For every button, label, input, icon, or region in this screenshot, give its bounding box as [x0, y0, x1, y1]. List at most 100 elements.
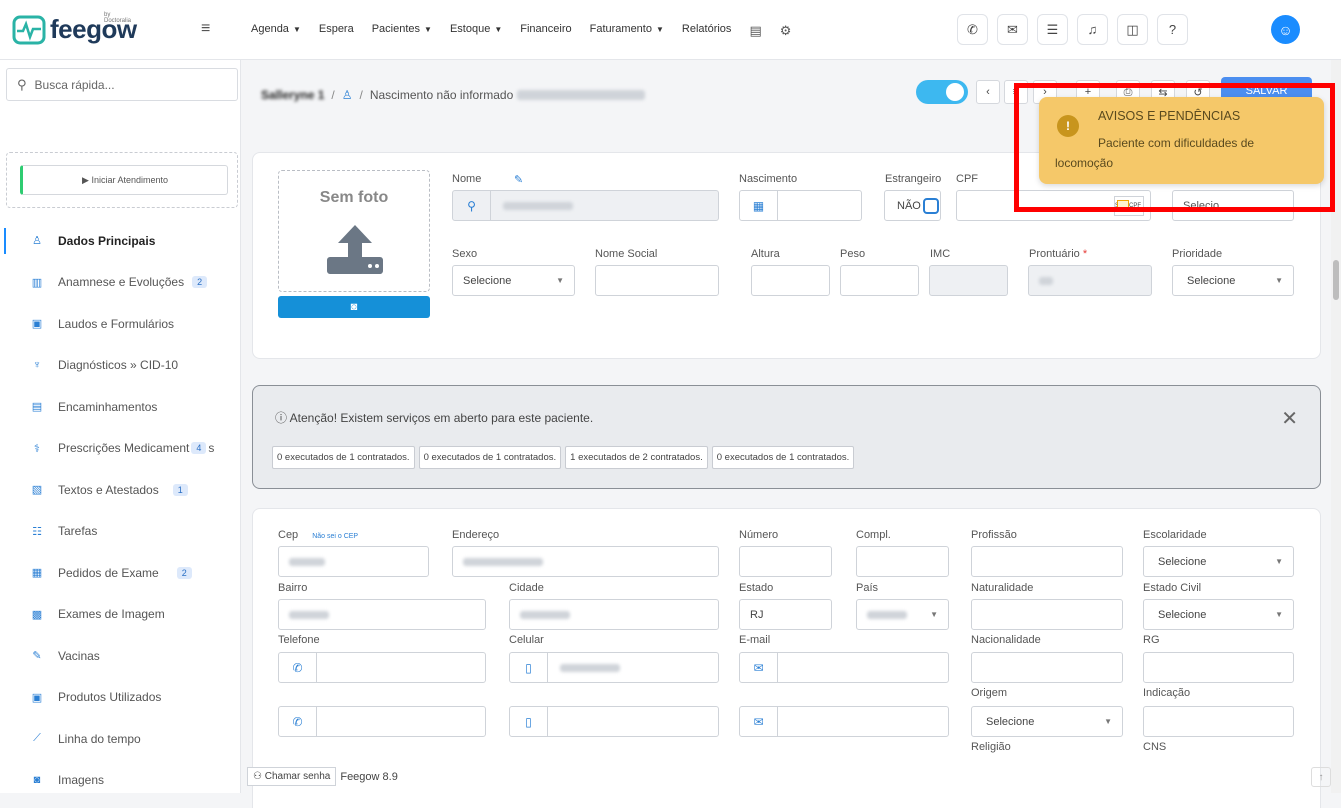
top-bar: feegow by Doctoralia ≡ Agenda ▼ Espera Pa… — [0, 0, 1341, 60]
phone-icon[interactable]: ✆ — [957, 14, 988, 45]
celular-input[interactable]: ▯ — [509, 652, 719, 683]
sidebar-item-laudos[interactable]: ▣ Laudos e Formulários — [0, 303, 241, 345]
sexo-select[interactable]: Selecione ▼ — [452, 265, 575, 296]
rg-input[interactable] — [1143, 652, 1294, 683]
prioridade-select[interactable]: Selecione ▼ — [1172, 265, 1294, 296]
bell-icon[interactable]: ♫ — [1077, 14, 1108, 45]
endereco-label: Endereço — [452, 529, 500, 541]
profissao-label: Profissão — [971, 529, 1017, 541]
database-icon[interactable]: ▤ — [749, 23, 761, 39]
cep-input[interactable] — [278, 546, 429, 577]
nacionalidade-input[interactable] — [971, 652, 1123, 683]
sidebar-item-exames-imagem[interactable]: ▩ Exames de Imagem — [0, 594, 241, 636]
sidebar-item-produtos[interactable]: ▣ Produtos Utilizados — [0, 677, 241, 719]
nome-input[interactable]: ⚲ — [452, 190, 719, 221]
user-icon: ♙ — [32, 235, 42, 248]
image-exam-icon: ▩ — [31, 608, 43, 621]
help-icon[interactable]: ? — [1157, 14, 1188, 45]
sidebar-item-encaminhamentos[interactable]: ▤ Encaminhamentos — [0, 386, 241, 428]
sidebar-item-anamnese[interactable]: ▥ Anamnese e Evoluções 2 — [0, 262, 241, 304]
previous-button[interactable]: ‹ — [976, 80, 1000, 104]
altura-input[interactable] — [751, 265, 830, 296]
nav-item-agenda[interactable]: Agenda ▼ — [251, 23, 301, 39]
endereco-input[interactable] — [452, 546, 719, 577]
checklist-icon[interactable]: ☰ — [1037, 14, 1068, 45]
telefone-input[interactable]: ✆ — [278, 652, 486, 683]
prontuario-input[interactable] — [1028, 265, 1152, 296]
chart-icon: ▥ — [31, 276, 43, 289]
user-avatar[interactable]: ☺ — [1271, 15, 1300, 44]
call-ticket-button[interactable]: ⚇ Chamar senha — [247, 767, 337, 786]
nav-item-espera[interactable]: Espera — [319, 23, 354, 39]
escolaridade-select[interactable]: Selecione ▼ — [1143, 546, 1294, 577]
naturalidade-input[interactable] — [971, 599, 1123, 630]
nascimento-input[interactable]: ▦ — [739, 190, 862, 221]
sidebar-item-pedidos-exame[interactable]: ▦ Pedidos de Exame 2 — [0, 552, 241, 594]
cep-lookup-link[interactable]: Não sei o CEP — [312, 533, 358, 540]
pais-select[interactable]: ▼ — [856, 599, 949, 630]
estrangeiro-toggle[interactable]: NÃO — [884, 190, 941, 221]
photo-box[interactable]: Sem foto — [278, 170, 430, 292]
service-chip[interactable]: 0 executados de 1 contratados. — [272, 446, 415, 469]
quick-search-input[interactable]: ⚲ Busca rápida... — [6, 68, 238, 101]
main-nav: Agenda ▼ Espera Pacientes ▼ Estoque ▼ Finan… — [251, 23, 791, 39]
close-icon[interactable]: ✕ — [1281, 406, 1298, 431]
scroll-top-icon[interactable]: ↑ — [1311, 767, 1331, 787]
scrollbar-thumb[interactable] — [1333, 260, 1339, 300]
indicacao-input[interactable] — [1143, 706, 1294, 737]
sidebar-item-dados-principais[interactable]: ♙ Dados Principais — [0, 220, 241, 262]
sidebar-item-diagnosticos[interactable]: ♆ Diagnósticos » CID-10 — [0, 345, 241, 387]
email-input[interactable]: ✉ — [739, 652, 949, 683]
telefone-label: Telefone — [278, 634, 320, 646]
telefone2-input[interactable]: ✆ — [278, 706, 486, 737]
sidebar-item-imagens[interactable]: ◙ Imagens — [0, 760, 241, 802]
email2-input[interactable]: ✉ — [739, 706, 949, 737]
compl-input[interactable] — [856, 546, 949, 577]
stethoscope-icon: ♆ — [32, 359, 42, 372]
nav-item-faturamento[interactable]: Faturamento ▼ — [590, 23, 664, 39]
escolaridade-label: Escolaridade — [1143, 529, 1207, 541]
nav-item-pacientes[interactable]: Pacientes ▼ — [372, 23, 432, 39]
profissao-input[interactable] — [971, 546, 1123, 577]
no-photo-label: Sem foto — [319, 189, 389, 206]
sidebar-item-tarefas[interactable]: ☷ Tarefas — [0, 511, 241, 553]
inbox-icon[interactable]: ✉ — [997, 14, 1028, 45]
sidebar-item-prescricoes[interactable]: ⚕ Prescrições Medicament 4 s — [0, 428, 241, 470]
email-label: E-mail — [739, 634, 771, 646]
numero-input[interactable] — [739, 546, 832, 577]
sidebar-item-linha-tempo[interactable]: ⟋ Linha do tempo — [0, 718, 241, 760]
sidebar-item-vacinas[interactable]: ✎ Vacinas — [0, 635, 241, 677]
sidebar-item-textos[interactable]: ▧ Textos e Atestados 1 — [0, 469, 241, 511]
edit-icon[interactable]: ✎ — [514, 173, 523, 186]
cidade-input[interactable] — [509, 599, 719, 630]
estado-civil-select[interactable]: Selecione ▼ — [1143, 599, 1294, 630]
mobile-icon: ▯ — [510, 653, 548, 682]
estado-input[interactable]: RJ — [739, 599, 832, 630]
estado-label: Estado — [739, 582, 774, 594]
bairro-label: Bairro — [278, 582, 308, 594]
celular2-input[interactable]: ▯ — [509, 706, 719, 737]
camera-icon: ◙ — [350, 301, 358, 313]
nome-social-input[interactable] — [595, 265, 719, 296]
imc-input[interactable] — [929, 265, 1008, 296]
chat-icon[interactable]: ◫ — [1117, 14, 1148, 45]
hamburger-menu-icon[interactable]: ≡ — [201, 20, 210, 38]
toggle-switch[interactable] — [916, 80, 968, 104]
checkbox[interactable] — [922, 197, 939, 214]
camera-button[interactable]: ◙ — [278, 296, 430, 318]
service-chip[interactable]: 1 executados de 2 contratados. — [565, 446, 708, 469]
nav-item-estoque[interactable]: Estoque ▼ — [450, 23, 502, 39]
peso-input[interactable] — [840, 265, 919, 296]
nav-item-financeiro[interactable]: Financeiro — [520, 23, 571, 39]
bairro-input[interactable] — [278, 599, 486, 630]
origem-select[interactable]: Selecione ▼ — [971, 706, 1123, 737]
gear-icon[interactable]: ⚙ — [780, 23, 792, 39]
prioridade-label: Prioridade — [1172, 248, 1223, 260]
service-chip[interactable]: 0 executados de 1 contratados. — [711, 446, 855, 469]
breadcrumb: Salleryne 1 / ♙ / Nascimento não informa… — [261, 88, 646, 102]
start-attendance-button[interactable]: ▶ Iniciar Atendimento — [20, 165, 228, 195]
service-chip[interactable]: 0 executados de 1 contratados. — [418, 446, 562, 469]
nav-item-relatorios[interactable]: Relatórios — [682, 23, 732, 39]
services-chips: 0 executados de 1 contratados. 0 executa… — [272, 446, 855, 469]
feegow-logo[interactable]: feegow by Doctoralia — [12, 12, 137, 45]
